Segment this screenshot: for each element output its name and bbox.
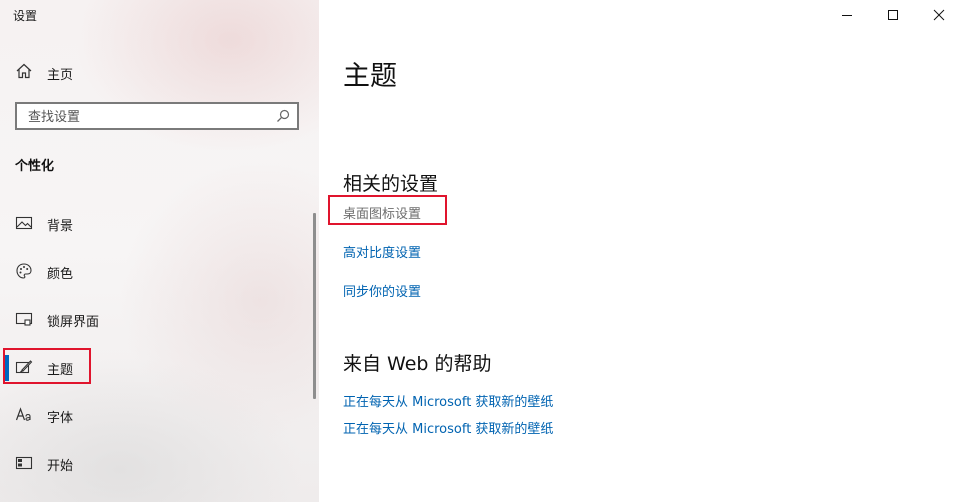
web-help-title: 来自 Web 的帮助 [343, 353, 492, 375]
palette-icon [16, 263, 32, 279]
sidebar-item-label: 锁屏界面 [47, 315, 100, 330]
page-title: 主题 [343, 61, 397, 92]
minimize-button[interactable] [824, 0, 870, 30]
sidebar-item-label: 字体 [47, 411, 74, 426]
related-settings-title: 相关的设置 [343, 173, 439, 195]
web-help-link[interactable]: 正在每天从 Microsoft 获取新的壁纸 [343, 391, 553, 410]
search-box[interactable] [15, 102, 299, 130]
highlight-box [328, 195, 447, 225]
sidebar-scrollbar[interactable] [313, 213, 316, 399]
web-help-link[interactable]: 正在每天从 Microsoft 获取新的壁纸 [343, 418, 553, 437]
sync-settings-link[interactable]: 同步你的设置 [343, 281, 421, 300]
sidebar-item-fonts[interactable]: 字体 [0, 395, 319, 435]
sidebar-item-label: 颜色 [47, 267, 74, 282]
search-icon[interactable] [275, 108, 291, 124]
close-button[interactable] [916, 0, 954, 30]
sidebar-item-home[interactable]: 主页 [0, 58, 319, 86]
maximize-button[interactable] [870, 0, 916, 30]
sidebar-item-background[interactable]: 背景 [0, 203, 319, 243]
sidebar: 设置 主页 个性化 背景 颜色 [0, 0, 319, 502]
highlight-box [3, 348, 91, 384]
sidebar-item-colors[interactable]: 颜色 [0, 251, 319, 291]
close-icon [933, 9, 945, 21]
maximize-icon [888, 10, 898, 20]
picture-icon [15, 216, 33, 230]
section-title: 个性化 [15, 159, 55, 174]
high-contrast-settings-link[interactable]: 高对比度设置 [343, 242, 421, 261]
sidebar-item-lock-screen[interactable]: 锁屏界面 [0, 299, 319, 339]
sidebar-item-start[interactable]: 开始 [0, 443, 319, 483]
app-title: 设置 [13, 9, 38, 23]
sidebar-item-label: 背景 [47, 219, 74, 234]
sidebar-item-label: 主页 [47, 68, 74, 83]
start-icon [15, 456, 33, 470]
minimize-icon [842, 15, 852, 16]
search-input[interactable] [26, 104, 270, 130]
lock-screen-icon [15, 312, 33, 326]
sidebar-item-label: 开始 [47, 459, 74, 474]
font-icon [15, 407, 31, 421]
home-icon [16, 63, 32, 79]
